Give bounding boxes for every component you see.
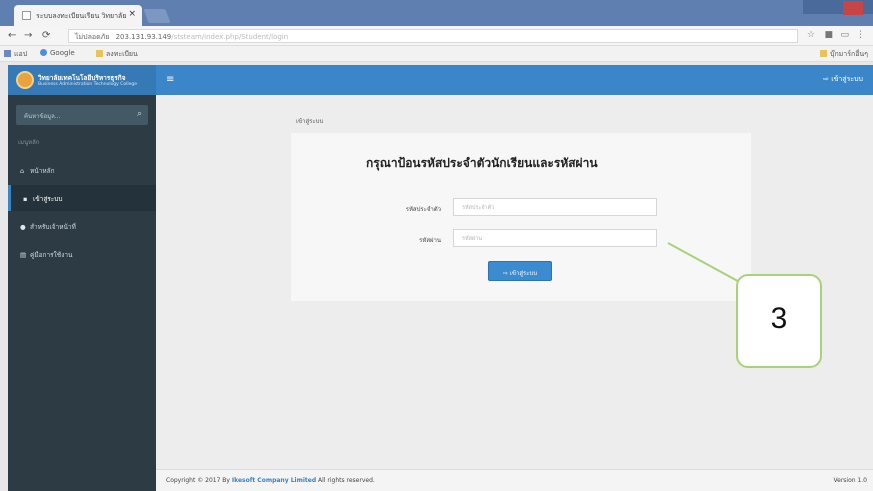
callout-pointer: [667, 242, 751, 301]
callout-number: 3: [736, 274, 822, 368]
